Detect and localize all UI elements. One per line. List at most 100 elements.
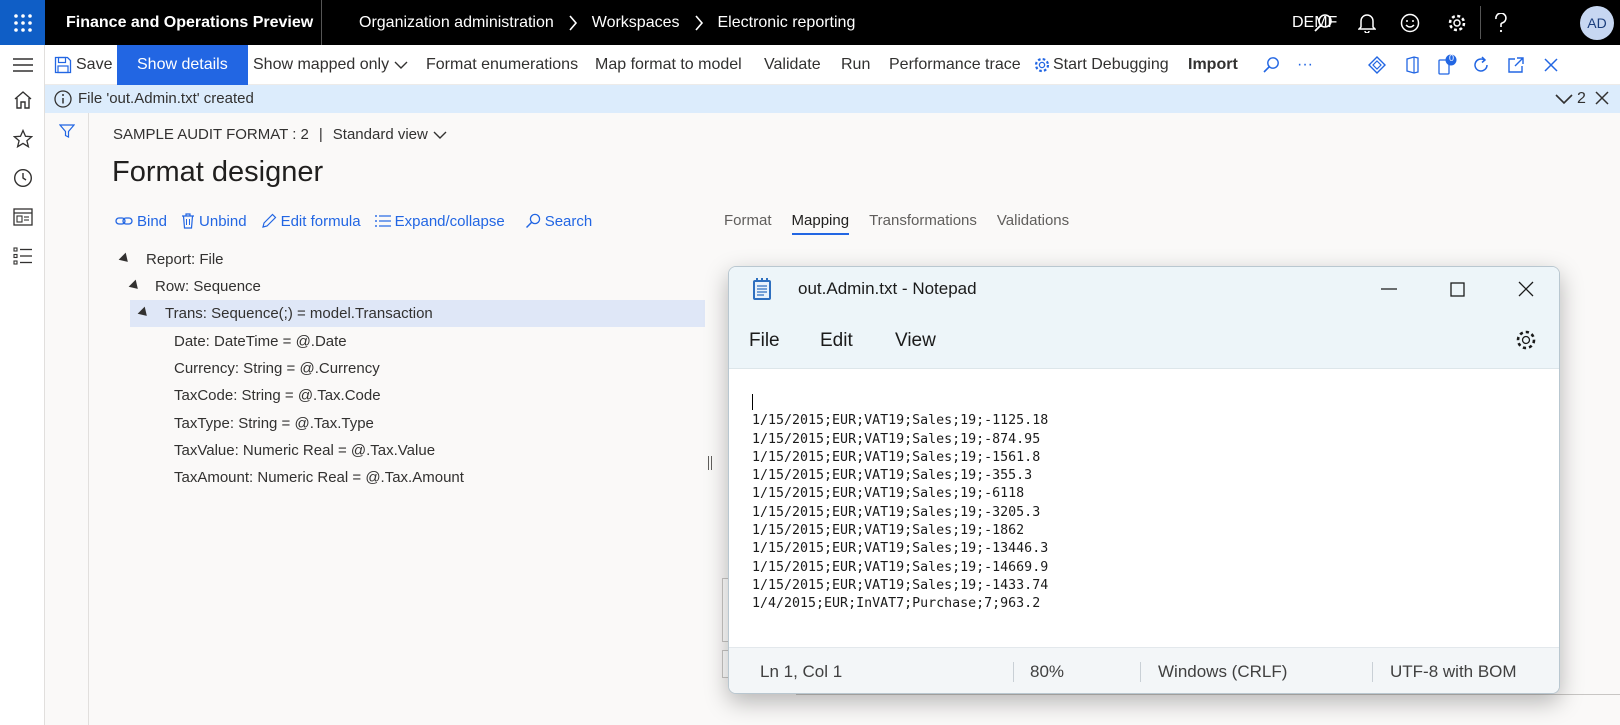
close-window-button[interactable] <box>1496 267 1556 311</box>
tree-search-button[interactable]: Search <box>525 213 592 230</box>
hamburger-button[interactable] <box>0 45 45 85</box>
more-options-button[interactable]: ··· <box>1297 45 1313 85</box>
refresh-button[interactable] <box>1465 45 1497 85</box>
tree-node-currency[interactable]: Currency: String = @.Currency <box>174 355 380 382</box>
start-debugging-button[interactable]: Start Debugging <box>1033 45 1169 85</box>
search-button[interactable] <box>1303 0 1343 45</box>
tree-node-label: Report: File <box>146 251 224 268</box>
maximize-button[interactable] <box>1427 267 1487 311</box>
bind-button[interactable]: Bind <box>115 213 167 230</box>
save-label: Save <box>76 56 113 73</box>
avatar[interactable]: AD <box>1580 6 1614 40</box>
minimize-button[interactable] <box>1359 267 1419 311</box>
view-selector-label: Standard view <box>332 126 428 143</box>
tree-node-taxtype[interactable]: TaxType: String = @.Tax.Type <box>174 410 374 437</box>
import-button[interactable]: Import <box>1188 45 1238 85</box>
help-button[interactable] <box>1481 0 1521 45</box>
list-icon <box>12 247 32 265</box>
close-icon[interactable] <box>1593 89 1611 107</box>
message-text: File 'out.Admin.txt' created <box>78 90 254 107</box>
format-header: SAMPLE AUDIT FORMAT : 2 | Standard view <box>113 126 447 143</box>
edit-formula-button[interactable]: Edit formula <box>261 213 361 230</box>
view-selector[interactable]: Standard view <box>333 126 447 143</box>
expand-collapse-button[interactable]: Expand/collapse <box>374 212 505 230</box>
app-launcher-button[interactable] <box>0 0 45 45</box>
performance-trace-button[interactable]: Performance trace <box>889 45 1021 85</box>
nav-recent[interactable] <box>0 158 45 198</box>
divider <box>1372 662 1373 682</box>
show-mapped-only-dropdown[interactable]: Show mapped only <box>253 45 408 85</box>
filter-icon[interactable] <box>59 123 75 139</box>
tab-mapping[interactable]: Mapping <box>791 212 850 235</box>
underlying-grid-edge <box>796 694 1620 695</box>
chevron-right-icon <box>568 14 578 31</box>
tree-node-taxcode[interactable]: TaxCode: String = @.Tax.Code <box>174 382 381 409</box>
expand-collapse-label: Expand/collapse <box>394 212 505 230</box>
notepad-menubar: File Edit View <box>729 313 1559 369</box>
tree-node-trans[interactable]: Trans: Sequence(;) = model.Transaction <box>130 300 705 327</box>
star-icon <box>12 129 33 149</box>
tab-format[interactable]: Format <box>724 212 772 235</box>
top-navigation-bar: Finance and Operations Preview Organizat… <box>0 0 1620 45</box>
nav-favorites[interactable] <box>0 119 45 159</box>
chevron-right-icon <box>694 14 704 31</box>
trash-icon <box>182 213 195 229</box>
breadcrumb-electronic-reporting[interactable]: Electronic reporting <box>718 14 856 32</box>
gear-icon[interactable] <box>1515 329 1537 351</box>
close-page-button[interactable] <box>1535 45 1567 85</box>
text-cursor <box>752 394 753 410</box>
pane-splitter[interactable] <box>706 456 714 472</box>
header-separator: | <box>318 126 323 143</box>
tree-node-date[interactable]: Date: DateTime = @.Date <box>174 328 347 355</box>
text-line: 1/15/2015;EUR;VAT19;Sales;19;-13446.3 <box>752 541 1049 557</box>
expanded-triangle-icon[interactable] <box>137 306 151 320</box>
tree-node-report[interactable]: Report: File <box>113 246 705 273</box>
refresh-icon <box>1474 56 1488 72</box>
menu-view[interactable]: View <box>895 313 936 369</box>
open-in-office-button[interactable] <box>1396 45 1428 85</box>
pencil-icon <box>261 213 276 228</box>
bind-label: Bind <box>137 212 168 230</box>
nav-modules[interactable] <box>0 236 45 276</box>
run-button[interactable]: Run <box>841 45 870 85</box>
gear-icon <box>1448 14 1466 31</box>
tab-strip: Format Mapping Transformations Validatio… <box>724 212 1089 235</box>
message-expand-button[interactable]: 2 <box>1555 85 1586 113</box>
notifications-button[interactable] <box>1347 0 1387 45</box>
nav-home[interactable] <box>0 80 45 120</box>
menu-edit[interactable]: Edit <box>820 313 853 369</box>
save-button[interactable]: Save <box>54 45 112 85</box>
open-new-window-button[interactable] <box>1500 45 1532 85</box>
tab-validations[interactable]: Validations <box>997 212 1069 235</box>
action-search-button[interactable] <box>1255 45 1287 85</box>
nav-workspaces[interactable] <box>0 197 45 237</box>
validate-button[interactable]: Validate <box>764 45 821 85</box>
tab-transformations[interactable]: Transformations <box>869 212 977 235</box>
menu-file[interactable]: File <box>749 313 780 369</box>
text-line: 1/15/2015;EUR;VAT19;Sales;19;-14669.9 <box>752 559 1049 575</box>
format-enumerations-button[interactable]: Format enumerations <box>426 45 578 85</box>
tree-node-taxvalue[interactable]: TaxValue: Numeric Real = @.Tax.Value <box>174 437 435 464</box>
attachments-button[interactable]: 0 <box>1431 45 1463 85</box>
expanded-triangle-icon[interactable] <box>118 252 132 266</box>
power-apps-button[interactable] <box>1361 45 1393 85</box>
app-title[interactable]: Finance and Operations Preview <box>66 0 313 45</box>
zoom-level: 80% <box>1030 662 1065 681</box>
map-format-to-model-button[interactable]: Map format to model <box>595 45 742 85</box>
tree-node-row[interactable]: Row: Sequence <box>113 273 705 300</box>
settings-button[interactable] <box>1437 0 1477 45</box>
close-icon <box>1544 58 1558 72</box>
home-icon <box>14 91 31 109</box>
feedback-button[interactable] <box>1390 0 1430 45</box>
show-details-button[interactable]: Show details <box>117 45 248 85</box>
unbind-button[interactable]: Unbind <box>181 213 247 230</box>
text-line: 1/15/2015;EUR;VAT19;Sales;19;-355.3 <box>752 468 1033 484</box>
show-mapped-only-label: Show mapped only <box>253 56 390 73</box>
tree-node-taxamount[interactable]: TaxAmount: Numeric Real = @.Tax.Amount <box>174 464 464 491</box>
divider <box>1013 662 1014 682</box>
expanded-triangle-icon[interactable] <box>128 279 142 293</box>
breadcrumb-organization-administration[interactable]: Organization administration <box>359 14 554 32</box>
notepad-text-area[interactable]: 1/15/2015;EUR;VAT19;Sales;19;-1125.18 1/1… <box>729 370 1559 646</box>
notepad-titlebar[interactable]: out.Admin.txt - Notepad <box>729 267 1559 313</box>
breadcrumb-workspaces[interactable]: Workspaces <box>592 14 680 32</box>
